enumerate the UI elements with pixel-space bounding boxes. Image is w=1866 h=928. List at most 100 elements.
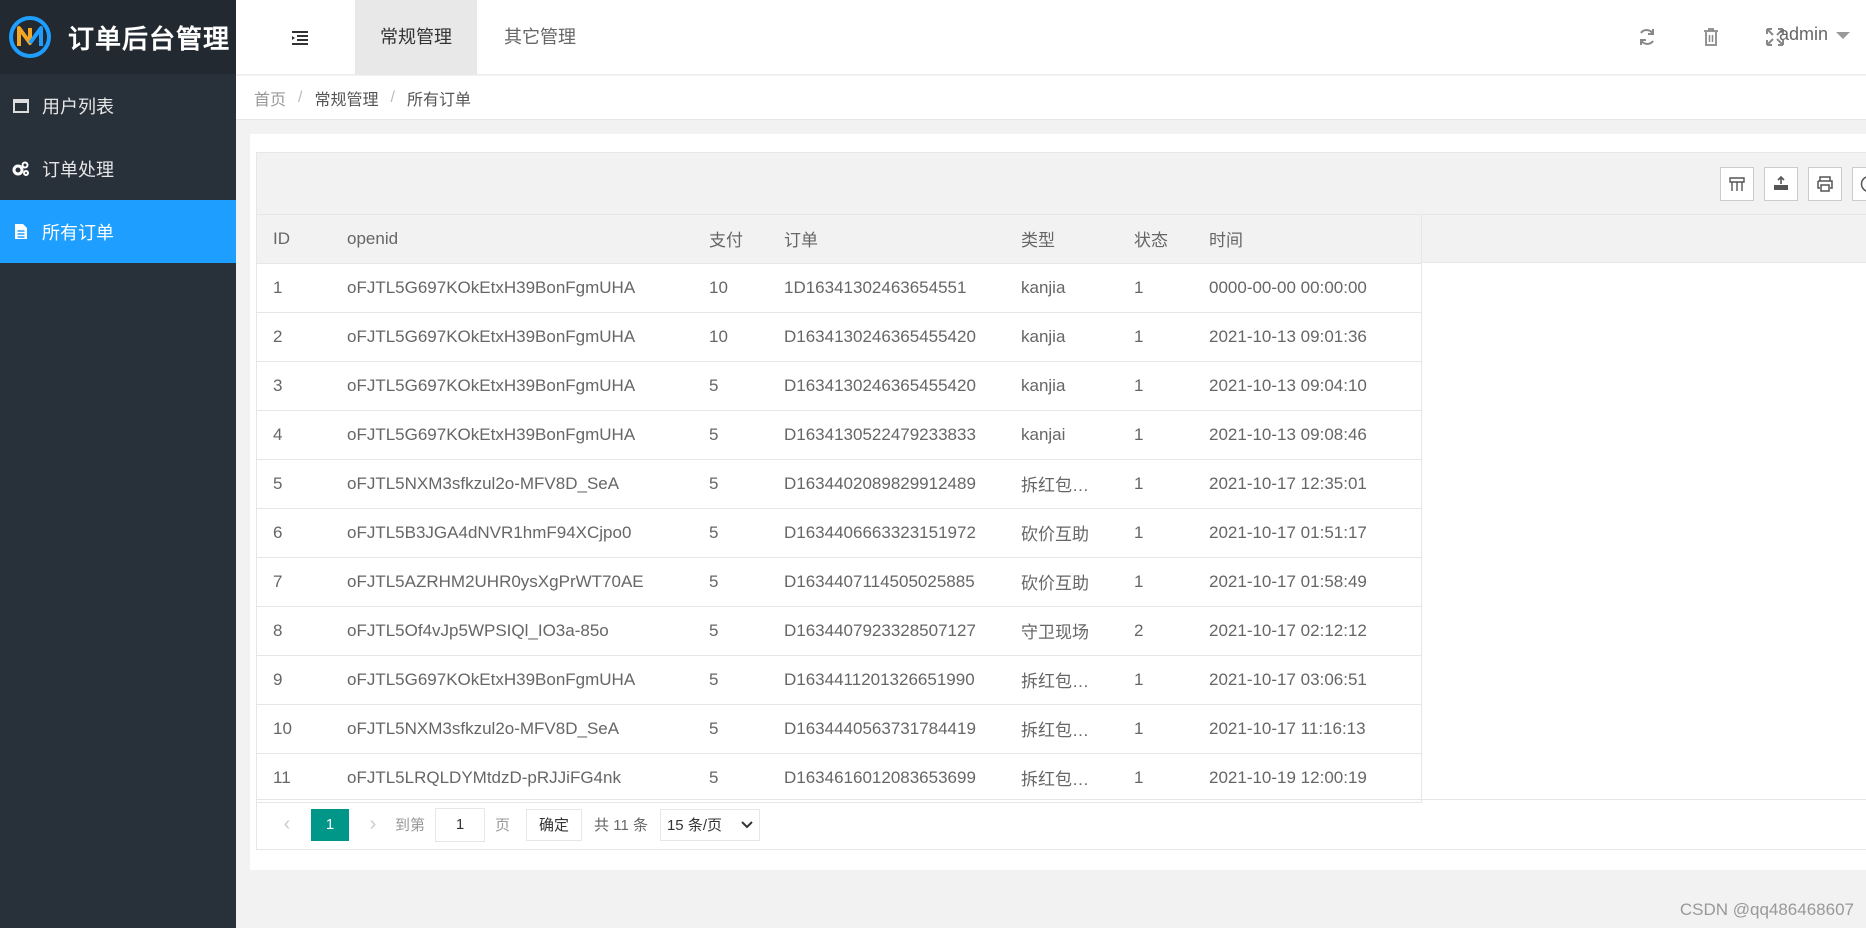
cell-openid: oFJTL5G697KOkEtxH39BonFgmUHA (331, 361, 693, 411)
table-body-filler (1421, 263, 1866, 803)
cell-payment: 5 (693, 361, 768, 411)
tab-other-management[interactable]: 其它管理 (479, 0, 601, 75)
page-size-value: 15 条/页 (666, 817, 722, 834)
cell-time: 2021-10-17 01:51:17 (1193, 508, 1421, 558)
cell-order: 1D16341302463654551 (768, 263, 1005, 313)
user-name: admin (1778, 24, 1828, 44)
table-row[interactable]: 7 oFJTL5AZRHM2UHR0ysXgPrWT70AE 5 D163440711… (257, 557, 1421, 607)
cell-openid: oFJTL5G697KOkEtxH39BonFgmUHA (331, 312, 693, 362)
cell-type: kanjia (1005, 263, 1118, 313)
current-page-button[interactable]: 1 (311, 808, 349, 841)
page-number-input[interactable] (435, 807, 486, 842)
cell-type: 拆红包助力 (1005, 704, 1118, 754)
cell-status: 2 (1118, 606, 1193, 656)
breadcrumb-separator: / (298, 88, 303, 106)
column-header-type[interactable]: 类型 (1005, 215, 1118, 264)
cell-type: kanjia (1005, 361, 1118, 411)
cell-status: 1 (1118, 704, 1193, 754)
column-header-openid[interactable]: openid (331, 215, 693, 264)
goto-confirm-button[interactable]: 确定 (526, 808, 583, 841)
menu-toggle-icon[interactable] (288, 26, 312, 50)
page-size-select[interactable]: 15 条/页 (659, 808, 760, 841)
cell-time: 0000-00-00 00:00:00 (1193, 263, 1421, 313)
cell-time: 2021-10-19 12:00:19 (1193, 753, 1421, 803)
cell-payment: 5 (693, 606, 768, 656)
column-header-order[interactable]: 订单 (768, 215, 1005, 264)
file-icon (12, 223, 30, 241)
table-row[interactable]: 3 oFJTL5G697KOkEtxH39BonFgmUHA 5 D163413024… (257, 361, 1421, 411)
columns-filter-button[interactable] (1720, 167, 1754, 201)
sidebar-item-label: 订单处理 (42, 159, 114, 180)
refresh-icon[interactable] (1636, 26, 1658, 48)
table-toolbar (257, 153, 1866, 215)
cell-payment: 5 (693, 704, 768, 754)
cell-time: 2021-10-17 03:06:51 (1193, 655, 1421, 705)
cell-id: 11 (257, 753, 331, 803)
cell-type: 拆红包助力 (1005, 655, 1118, 705)
cell-id: 1 (257, 263, 331, 313)
pagination: ‹ 1 › 到第 页 确定 共 11 条 15 条/页 (257, 799, 1866, 849)
column-header-time[interactable]: 时间 (1193, 215, 1421, 264)
cell-order: D1634440563731784419 (768, 704, 1005, 754)
column-header-payment[interactable]: 支付 (693, 215, 768, 264)
user-menu[interactable]: admin (1779, 24, 1850, 45)
cell-status: 1 (1118, 312, 1193, 362)
cell-time: 2021-10-17 11:16:13 (1193, 704, 1421, 754)
column-header-id[interactable]: ID (257, 215, 331, 264)
chevron-down-icon (741, 820, 753, 828)
cell-status: 1 (1118, 410, 1193, 460)
cell-id: 2 (257, 312, 331, 362)
breadcrumb-separator: / (390, 88, 395, 106)
sidebar-item-all-orders[interactable]: 所有订单 (0, 200, 236, 263)
cell-type: 砍价互助 (1005, 508, 1118, 558)
breadcrumb-home[interactable]: 首页 (254, 86, 286, 110)
table-row[interactable]: 10 oFJTL5NXM3sfkzul2o-MFV8D_SeA 5 D16344405… (257, 704, 1421, 754)
table-row[interactable]: 8 oFJTL5Of4vJp5WPSIQl_IO3a-85o 5 D163440792… (257, 606, 1421, 656)
trash-icon[interactable] (1700, 26, 1722, 48)
export-button[interactable] (1764, 167, 1798, 201)
breadcrumb-general[interactable]: 常规管理 (314, 86, 378, 110)
cell-openid: oFJTL5G697KOkEtxH39BonFgmUHA (331, 655, 693, 705)
cell-status: 1 (1118, 557, 1193, 607)
table-row[interactable]: 1 oFJTL5G697KOkEtxH39BonFgmUHA 10 1D1634130… (257, 263, 1421, 313)
cell-time: 2021-10-17 02:12:12 (1193, 606, 1421, 656)
app-logo[interactable]: 订单后台管理 (0, 0, 236, 74)
table-row[interactable]: 5 oFJTL5NXM3sfkzul2o-MFV8D_SeA 5 D163440208… (257, 459, 1421, 509)
tab-general-management[interactable]: 常规管理 (355, 0, 477, 75)
cell-type: 守卫现场 (1005, 606, 1118, 656)
cell-openid: oFJTL5LRQLDYMtdzD-pRJJiFG4nk (331, 753, 693, 803)
sidebar-item-order-processing[interactable]: 订单处理 (0, 137, 236, 200)
columns-icon (1729, 177, 1745, 191)
cell-openid: oFJTL5NXM3sfkzul2o-MFV8D_SeA (331, 459, 693, 509)
cell-order: D1634411201326651990 (768, 655, 1005, 705)
window-icon (12, 97, 30, 115)
sidebar-item-user-list[interactable]: 用户列表 (0, 74, 236, 137)
column-header-status[interactable]: 状态 (1118, 215, 1193, 264)
cell-status: 1 (1118, 361, 1193, 411)
cell-type: 砍价互助 (1005, 557, 1118, 607)
cell-payment: 5 (693, 459, 768, 509)
next-page-icon[interactable]: › (361, 813, 385, 836)
cell-payment: 5 (693, 753, 768, 803)
print-button[interactable] (1808, 167, 1842, 201)
cell-openid: oFJTL5G697KOkEtxH39BonFgmUHA (331, 263, 693, 313)
table-row[interactable]: 2 oFJTL5G697KOkEtxH39BonFgmUHA 10 D16341302… (257, 312, 1421, 362)
cell-order: D1634406663323151972 (768, 508, 1005, 558)
logo-icon (9, 16, 51, 58)
cell-order: D1634407114505025885 (768, 557, 1005, 607)
table-row[interactable]: 6 oFJTL5B3JGA4dNVR1hmF94XCjpo0 5 D163440666… (257, 508, 1421, 558)
table-row[interactable]: 4 oFJTL5G697KOkEtxH39BonFgmUHA 5 D163413052… (257, 410, 1421, 460)
watermark: CSDN @qq486468607 (1679, 900, 1854, 919)
table-row[interactable]: 9 oFJTL5G697KOkEtxH39BonFgmUHA 5 D163441120… (257, 655, 1421, 705)
cell-payment: 5 (693, 508, 768, 558)
table-header-row: ID openid 支付 订单 类型 状态 时间 (257, 215, 1421, 264)
prev-page-icon[interactable]: ‹ (275, 813, 299, 836)
table-row[interactable]: 11 oFJTL5LRQLDYMtdzD-pRJJiFG4nk 5 D16346160… (257, 753, 1421, 803)
cell-time: 2021-10-13 09:04:10 (1193, 361, 1421, 411)
orders-table: ID openid 支付 订单 类型 状态 时间 1 oFJTL5G697KOkE… (257, 215, 1421, 803)
cell-id: 8 (257, 606, 331, 656)
cell-openid: oFJTL5G697KOkEtxH39BonFgmUHA (331, 410, 693, 460)
cell-time: 2021-10-13 09:01:36 (1193, 312, 1421, 362)
info-button[interactable] (1852, 167, 1866, 201)
cell-status: 1 (1118, 753, 1193, 803)
